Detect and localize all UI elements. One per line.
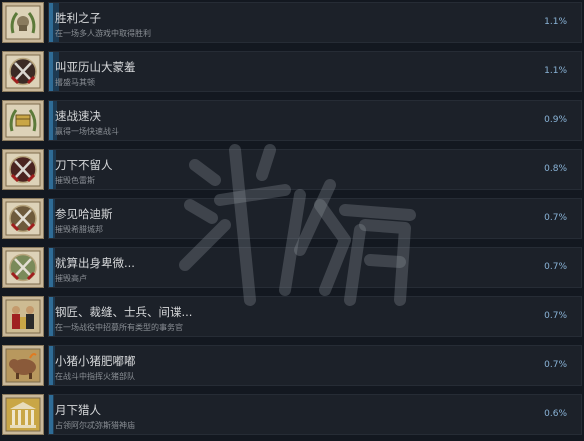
achievement-title: 刀下不留人 xyxy=(55,158,113,172)
achievement-description: 在一场多人游戏中取得胜利 xyxy=(55,29,151,38)
achievement-row[interactable]: 速战速决 赢得一场快速战斗 0.9% xyxy=(0,98,584,143)
temple-icon xyxy=(2,394,44,435)
unlock-percent: 1.1% xyxy=(544,17,567,27)
achievement-row[interactable]: 胜利之子 在一场多人游戏中取得胜利 1.1% xyxy=(0,0,584,45)
unlock-percent: 0.7% xyxy=(544,311,567,321)
achievement-panel: 月下猎人 占领阿尔忒弥斯猎神庙 0.6% xyxy=(48,394,582,435)
achievement-description: 在一场战役中招募所有类型的事务官 xyxy=(55,323,183,332)
achievement-row[interactable]: 刀下不留人 摧毁色雷斯 0.8% xyxy=(0,147,584,192)
unlock-percent: 1.1% xyxy=(544,66,567,76)
achievement-list: 胜利之子 在一场多人游戏中取得胜利 1.1% 叫亚历山大蒙羞 撂盛马其顿 1.1… xyxy=(0,0,584,441)
achievement-description: 撂盛马其顿 xyxy=(55,78,95,87)
achievement-row[interactable]: 小猪小猪肥嘟嘟 在战斗中指挥火猪部队 0.7% xyxy=(0,343,584,388)
progress-bar xyxy=(49,395,54,434)
achievement-panel: 叫亚历山大蒙羞 撂盛马其顿 1.1% xyxy=(48,51,582,92)
achievement-row[interactable]: 钢匠、裁缝、士兵、间谍... 在一场战役中招募所有类型的事务官 0.7% xyxy=(0,294,584,339)
achievement-description: 摧毁高卢 xyxy=(55,274,87,283)
unlock-percent: 0.7% xyxy=(544,262,567,272)
achievement-title: 叫亚历山大蒙羞 xyxy=(55,60,136,74)
unlock-percent: 0.6% xyxy=(544,409,567,419)
wreath-helmet-icon xyxy=(2,2,44,43)
achievement-panel: 速战速决 赢得一场快速战斗 0.9% xyxy=(48,100,582,141)
achievement-title: 钢匠、裁缝、士兵、间谍... xyxy=(55,305,193,319)
achievement-title: 胜利之子 xyxy=(55,11,101,25)
achievement-description: 在战斗中指挥火猪部队 xyxy=(55,372,135,381)
achievement-panel: 小猪小猪肥嘟嘟 在战斗中指挥火猪部队 0.7% xyxy=(48,345,582,386)
achievement-title: 小猪小猪肥嘟嘟 xyxy=(55,354,136,368)
achievement-panel: 参见哈迪斯 摧毁希腊城邦 0.7% xyxy=(48,198,582,239)
crossed-swords-icon xyxy=(2,51,44,92)
unlock-percent: 0.9% xyxy=(544,115,567,125)
achievement-description: 占领阿尔忒弥斯猎神庙 xyxy=(55,421,135,430)
unlock-percent: 0.8% xyxy=(544,164,567,174)
achievement-description: 摧毁希腊城邦 xyxy=(55,225,103,234)
soldiers-icon xyxy=(2,296,44,337)
crossed-swords-icon xyxy=(2,149,44,190)
crossed-swords-wreath-icon xyxy=(2,247,44,288)
achievement-description: 赢得一场快速战斗 xyxy=(55,127,119,136)
pig-icon xyxy=(2,345,44,386)
achievement-panel: 就算出身卑微... 摧毁高卢 0.7% xyxy=(48,247,582,288)
crossed-swords-icon xyxy=(2,198,44,239)
achievement-title: 就算出身卑微... xyxy=(55,256,135,270)
achievement-row[interactable]: 叫亚历山大蒙羞 撂盛马其顿 1.1% xyxy=(0,49,584,94)
achievement-panel: 刀下不留人 摧毁色雷斯 0.8% xyxy=(48,149,582,190)
unlock-percent: 0.7% xyxy=(544,360,567,370)
achievement-title: 速战速决 xyxy=(55,109,101,123)
unlock-percent: 0.7% xyxy=(544,213,567,223)
achievement-row[interactable]: 月下猎人 占领阿尔忒弥斯猎神庙 0.6% xyxy=(0,392,584,437)
wreath-chest-icon xyxy=(2,100,44,141)
achievement-title: 月下猎人 xyxy=(55,403,101,417)
achievement-panel: 钢匠、裁缝、士兵、间谍... 在一场战役中招募所有类型的事务官 0.7% xyxy=(48,296,582,337)
achievement-row[interactable]: 就算出身卑微... 摧毁高卢 0.7% xyxy=(0,245,584,290)
achievement-panel: 胜利之子 在一场多人游戏中取得胜利 1.1% xyxy=(48,2,582,43)
achievement-description: 摧毁色雷斯 xyxy=(55,176,95,185)
achievement-title: 参见哈迪斯 xyxy=(55,207,113,221)
achievement-row[interactable]: 参见哈迪斯 摧毁希腊城邦 0.7% xyxy=(0,196,584,241)
